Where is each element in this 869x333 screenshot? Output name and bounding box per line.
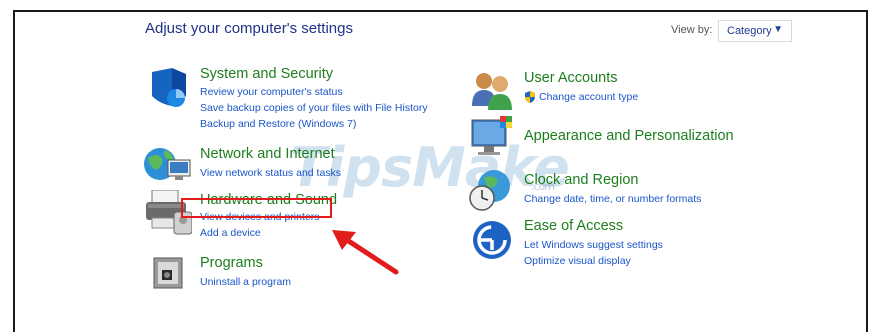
category-user-accounts: User Accounts Change account type bbox=[524, 70, 638, 108]
clock-region-title[interactable]: Clock and Region bbox=[524, 172, 701, 189]
category-clock-region: Clock and Region Change date, time, or n… bbox=[524, 172, 701, 207]
red-arrow-icon bbox=[332, 230, 399, 275]
programs-icon[interactable] bbox=[150, 256, 188, 292]
user-accounts-title[interactable]: User Accounts bbox=[524, 70, 638, 87]
optimize-visual-display-link[interactable]: Optimize visual display bbox=[524, 253, 663, 269]
page-title: Adjust your computer's settings bbox=[145, 20, 353, 37]
appearance-personalization-icon[interactable] bbox=[470, 116, 516, 160]
category-network-internet: Network and Internet View network status… bbox=[200, 146, 341, 181]
category-ease-of-access: Ease of Access Let Windows suggest setti… bbox=[524, 218, 663, 269]
view-by-value: Category bbox=[727, 25, 772, 37]
network-status-link[interactable]: View network status and tasks bbox=[200, 165, 341, 181]
file-history-link[interactable]: Save backup copies of your files with Fi… bbox=[200, 100, 428, 116]
backup-restore-link[interactable]: Backup and Restore (Windows 7) bbox=[200, 116, 428, 132]
view-by-label: View by: bbox=[671, 24, 713, 36]
ease-of-access-title[interactable]: Ease of Access bbox=[524, 218, 663, 235]
clock-region-icon[interactable] bbox=[468, 168, 514, 212]
uninstall-program-link[interactable]: Uninstall a program bbox=[200, 274, 291, 290]
system-security-icon[interactable] bbox=[146, 68, 190, 112]
programs-title[interactable]: Programs bbox=[200, 255, 291, 272]
ease-of-access-icon[interactable] bbox=[472, 220, 512, 260]
network-internet-title[interactable]: Network and Internet bbox=[200, 146, 341, 163]
change-account-type-link[interactable]: Change account type bbox=[524, 89, 638, 105]
review-status-link[interactable]: Review your computer's status bbox=[200, 84, 428, 100]
highlight-box bbox=[181, 198, 332, 218]
view-by-dropdown[interactable]: Category ▼ bbox=[718, 20, 792, 42]
windows-suggest-settings-link[interactable]: Let Windows suggest settings bbox=[524, 237, 663, 253]
add-device-link[interactable]: Add a device bbox=[200, 225, 337, 241]
category-system-security: System and Security Review your computer… bbox=[200, 66, 428, 132]
chevron-down-icon: ▼ bbox=[773, 24, 783, 35]
appearance-personalization-title[interactable]: Appearance and Personalization bbox=[524, 128, 734, 145]
user-accounts-icon[interactable] bbox=[470, 70, 514, 110]
system-security-title[interactable]: System and Security bbox=[200, 66, 428, 83]
category-programs: Programs Uninstall a program bbox=[200, 255, 291, 290]
category-appearance-personalization: Appearance and Personalization bbox=[524, 128, 734, 145]
uac-shield-icon bbox=[525, 91, 535, 103]
network-globe-icon[interactable] bbox=[142, 142, 192, 186]
change-date-time-formats-link[interactable]: Change date, time, or number formats bbox=[524, 191, 701, 207]
change-account-type-label: Change account type bbox=[539, 91, 639, 103]
